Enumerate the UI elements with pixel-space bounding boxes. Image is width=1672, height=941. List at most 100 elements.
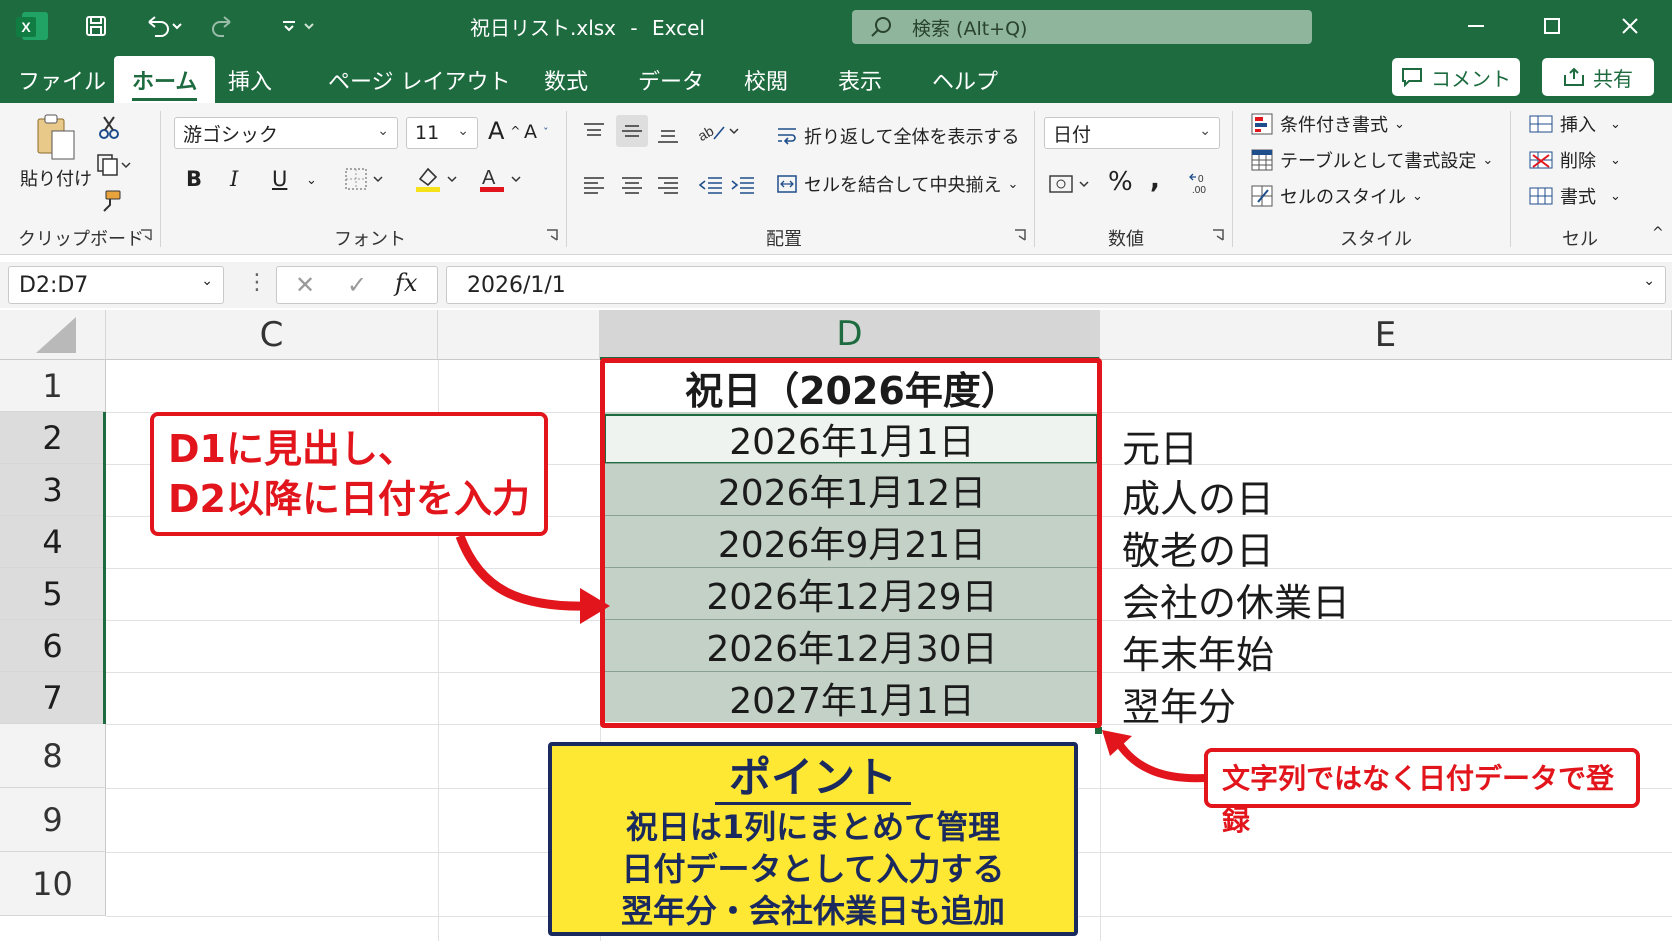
enter-icon[interactable]: ✓ xyxy=(347,271,367,299)
merge-center-button[interactable]: セルを結合して中央揃え ⌄ xyxy=(776,171,1018,197)
format-cells-button[interactable]: 書式 ⌄ xyxy=(1528,183,1621,209)
insert-cells-button[interactable]: 挿入 ⌄ xyxy=(1528,111,1621,137)
row-header[interactable]: 9 xyxy=(0,788,106,852)
share-button[interactable]: 共有 xyxy=(1542,58,1654,96)
column-header-d[interactable]: D xyxy=(600,310,1100,360)
align-right-icon[interactable] xyxy=(656,175,680,195)
paste-button[interactable]: 貼り付け xyxy=(20,113,92,191)
cell-e2[interactable]: 元日 xyxy=(1122,418,1198,473)
tab-review[interactable]: 校閲 xyxy=(744,64,788,96)
row-header[interactable]: 1 xyxy=(0,360,106,412)
tab-view[interactable]: 表示 xyxy=(838,64,882,96)
customize-toolbar-icon[interactable] xyxy=(272,8,322,44)
format-painter-icon[interactable] xyxy=(98,189,122,213)
chevron-down-icon[interactable]: ⌄ xyxy=(306,173,317,188)
clipboard-launcher-icon[interactable] xyxy=(140,229,152,241)
increase-indent-icon[interactable] xyxy=(730,175,756,195)
column-header-e[interactable]: E xyxy=(1100,310,1672,360)
font-color-icon[interactable]: A xyxy=(478,165,524,193)
chevron-down-icon: ⌄ xyxy=(1007,176,1019,192)
underline-button[interactable]: U xyxy=(272,167,287,191)
comment-button[interactable]: コメント xyxy=(1392,58,1520,96)
italic-button[interactable]: I xyxy=(230,167,238,191)
paste-icon xyxy=(37,114,75,160)
point-line-2: 日付データとして入力する xyxy=(621,850,1005,888)
row-header[interactable]: 5 xyxy=(0,568,106,620)
maximize-icon[interactable] xyxy=(1532,8,1572,44)
cell-styles-button[interactable]: セルのスタイル ⌄ xyxy=(1250,183,1423,209)
number-format-value: 日付 xyxy=(1053,123,1092,146)
align-middle-icon[interactable] xyxy=(616,115,648,147)
undo-icon[interactable] xyxy=(138,8,188,44)
ribbon-separator xyxy=(1034,111,1035,247)
comment-icon xyxy=(1402,68,1422,87)
chevron-down-icon: ⌄ xyxy=(1394,116,1405,132)
cell-e4[interactable]: 敬老の日 xyxy=(1122,520,1274,575)
borders-icon[interactable] xyxy=(344,167,388,191)
cell-e5[interactable]: 会社の休業日 xyxy=(1122,572,1350,627)
cell-e3[interactable]: 成人の日 xyxy=(1122,468,1274,523)
cut-icon[interactable] xyxy=(98,115,120,139)
column-header-c[interactable]: C xyxy=(106,310,438,360)
minimize-icon[interactable] xyxy=(1456,8,1496,44)
comma-button[interactable]: , xyxy=(1150,165,1160,195)
tab-home[interactable]: ホーム xyxy=(114,56,216,103)
formula-buttons: ✕ ✓ fx xyxy=(276,266,438,304)
font-name-select[interactable]: 游ゴシック ⌄ xyxy=(174,117,398,149)
cell-e6[interactable]: 年末年始 xyxy=(1122,624,1274,679)
row-header[interactable]: 2 xyxy=(0,412,106,464)
row-header[interactable]: 6 xyxy=(0,620,106,672)
number-format-select[interactable]: 日付 ⌄ xyxy=(1044,117,1220,149)
tab-formulas[interactable]: 数式 xyxy=(544,64,588,96)
decrease-indent-icon[interactable] xyxy=(698,175,724,195)
percent-button[interactable]: % xyxy=(1108,167,1133,197)
search-box[interactable]: 検索 (Alt+Q) xyxy=(852,10,1312,44)
tab-page-layout[interactable]: ページ レイアウト xyxy=(328,64,511,96)
font-launcher-icon[interactable] xyxy=(546,229,558,241)
row-header[interactable]: 7 xyxy=(0,672,106,724)
copy-icon[interactable] xyxy=(96,153,132,177)
cancel-icon[interactable]: ✕ xyxy=(295,271,315,299)
increase-font-icon[interactable]: A ^ xyxy=(488,117,520,145)
align-center-icon[interactable] xyxy=(620,175,644,195)
alignment-launcher-icon[interactable] xyxy=(1014,229,1026,241)
formula-input[interactable]: 2026/1/1 ⌄ xyxy=(446,266,1666,304)
align-bottom-icon[interactable] xyxy=(656,125,680,145)
fill-color-icon[interactable] xyxy=(414,165,460,193)
tab-file[interactable]: ファイル xyxy=(18,64,106,96)
wrap-text-button[interactable]: 折り返して全体を表示する xyxy=(776,123,1019,149)
redo-icon[interactable] xyxy=(206,8,242,44)
column-header-blank[interactable] xyxy=(438,310,600,360)
app-name: Excel xyxy=(651,16,705,40)
align-top-icon[interactable] xyxy=(582,121,606,141)
conditional-format-button[interactable]: 条件付き書式 ⌄ xyxy=(1250,111,1405,137)
font-size-select[interactable]: 11 ⌄ xyxy=(406,117,478,149)
row-header[interactable]: 4 xyxy=(0,516,106,568)
select-all-corner[interactable] xyxy=(0,310,106,360)
tab-help[interactable]: ヘルプ xyxy=(932,64,998,96)
increase-decimal-icon[interactable]: 0.00 xyxy=(1188,171,1216,195)
accounting-format-icon[interactable] xyxy=(1048,173,1094,195)
format-as-table-button[interactable]: テーブルとして書式設定 ⌄ xyxy=(1250,147,1493,173)
number-launcher-icon[interactable] xyxy=(1212,229,1224,241)
tab-data[interactable]: データ xyxy=(638,64,704,96)
collapse-ribbon-icon[interactable]: ^ xyxy=(1652,225,1664,241)
delete-cells-button[interactable]: 削除 ⌄ xyxy=(1528,147,1621,173)
bold-button[interactable]: B xyxy=(186,167,202,191)
orientation-icon[interactable]: ab xyxy=(698,119,742,143)
row-header[interactable]: 8 xyxy=(0,724,106,788)
row-header[interactable]: 3 xyxy=(0,464,106,516)
ribbon-separator xyxy=(160,111,161,247)
wrap-text-icon xyxy=(778,128,796,145)
highlight-box xyxy=(600,358,1102,728)
tab-insert[interactable]: 挿入 xyxy=(228,64,272,96)
decrease-font-icon[interactable]: Aˇ xyxy=(524,121,549,143)
close-icon[interactable] xyxy=(1610,8,1650,44)
align-left-icon[interactable] xyxy=(582,175,606,195)
save-icon[interactable] xyxy=(78,8,114,44)
row-header[interactable]: 10 xyxy=(0,852,106,916)
more-options-icon[interactable]: ⋮ xyxy=(246,270,268,295)
name-box[interactable]: D2:D7 ⌄ xyxy=(8,266,224,304)
cells-group-label: セル xyxy=(1562,229,1598,250)
insert-function-icon[interactable]: fx xyxy=(395,269,417,297)
